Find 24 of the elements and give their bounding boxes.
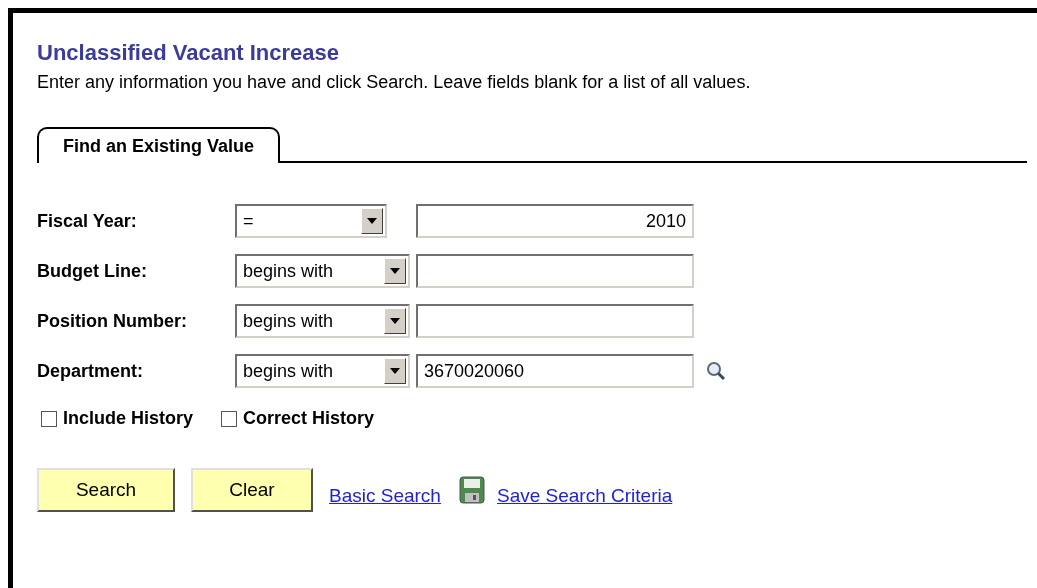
- operator-dropdown[interactable]: =: [235, 204, 387, 238]
- link[interactable]: Basic Search: [329, 481, 441, 511]
- action-button[interactable]: Clear: [191, 468, 313, 512]
- search-icon[interactable]: [706, 361, 726, 381]
- field-label: Department:: [37, 359, 144, 383]
- checkbox-label: Include History: [63, 407, 194, 430]
- field-label: Position Number:: [37, 309, 188, 333]
- field-label: Fiscal Year:: [37, 209, 138, 233]
- value-field[interactable]: 2010: [416, 204, 694, 238]
- operator-dropdown[interactable]: begins with: [235, 304, 410, 338]
- link[interactable]: Save Search Criteria: [496, 481, 673, 511]
- tab[interactable]: Find an Existing Value: [37, 127, 281, 163]
- field-label: Budget Line:: [37, 259, 148, 283]
- checkbox-label: Correct History: [243, 407, 375, 430]
- checkbox[interactable]: [221, 410, 238, 427]
- checkbox[interactable]: [41, 410, 57, 427]
- operator-dropdown[interactable]: begins with: [235, 254, 410, 288]
- operator-dropdown[interactable]: begins with: [235, 354, 410, 388]
- value-field[interactable]: [416, 304, 694, 338]
- action-button[interactable]: Search: [37, 468, 175, 512]
- value-field[interactable]: [416, 254, 694, 288]
- instructions-text: Enter any information you have and click Search. Leave fields blank for a list of all values.: [37, 71, 751, 94]
- value-field[interactable]: 3670020060: [416, 354, 694, 388]
- page-title: Unclassified Vacant Increase: [37, 39, 340, 67]
